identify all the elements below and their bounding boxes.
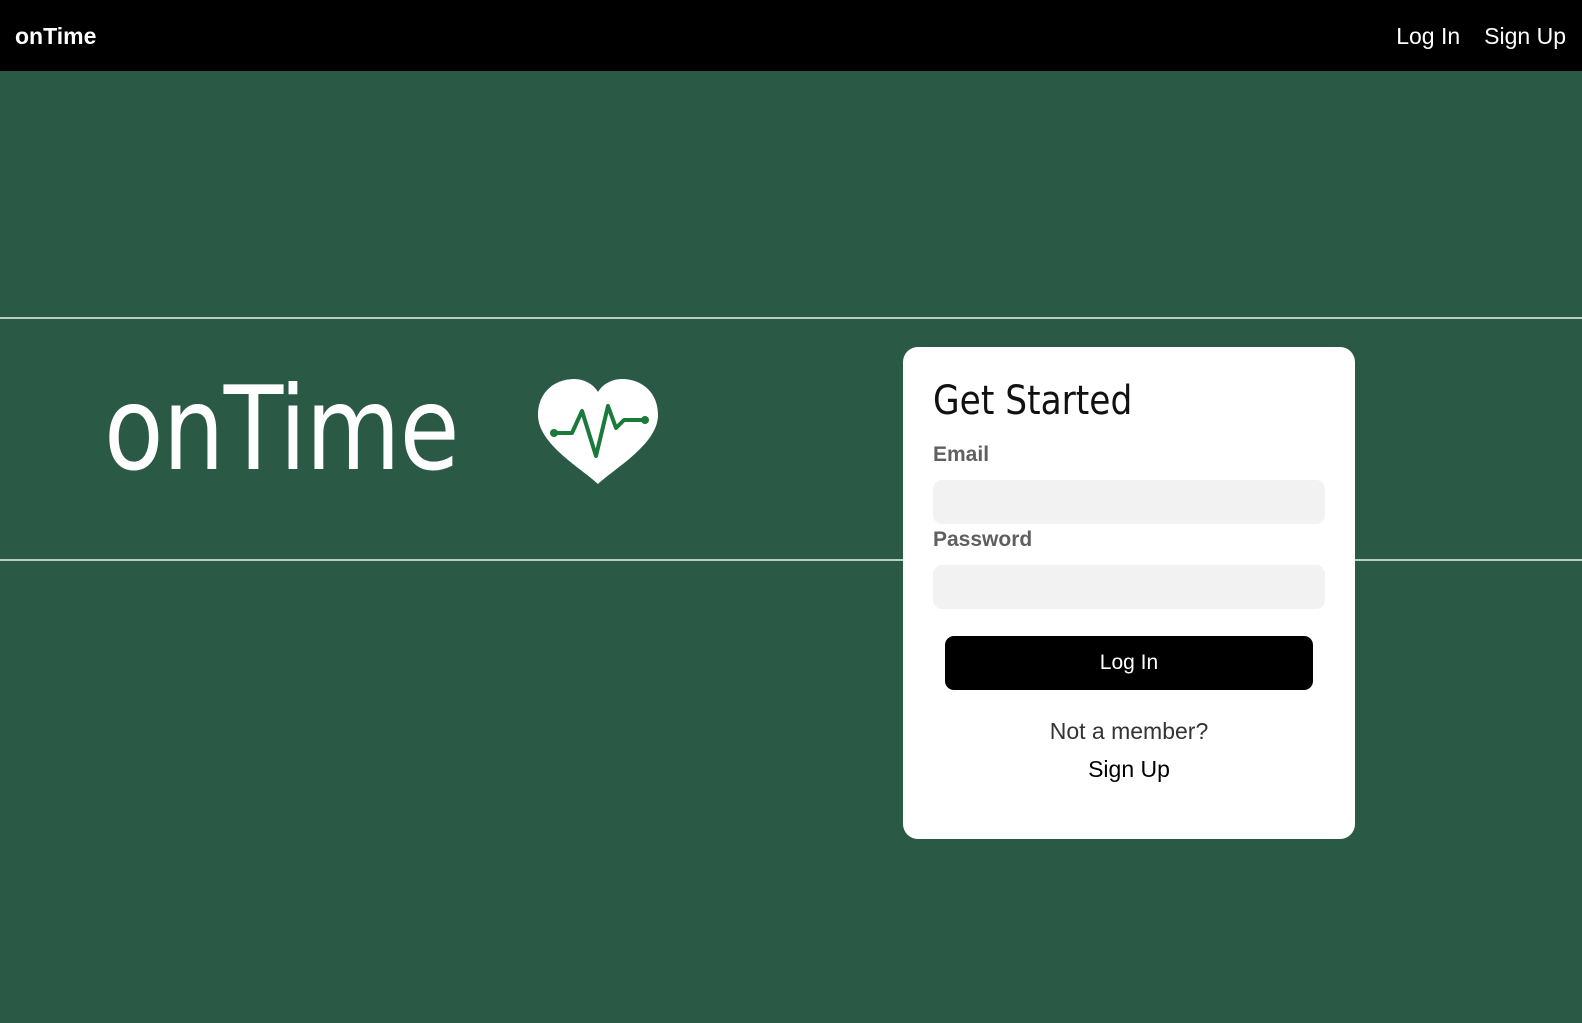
not-member-text: Not a member? (1049, 718, 1209, 744)
password-label: Password (933, 528, 1033, 551)
pulse-dot-right (641, 416, 649, 424)
hero-title: onTime (104, 362, 460, 497)
top-divider (0, 317, 1582, 319)
nav-signup-link[interactable]: Sign Up (1484, 21, 1566, 51)
pulse-dot-left (550, 429, 558, 437)
email-label: Email (933, 443, 990, 466)
login-card: Get Started Email Password Log In Not a … (903, 347, 1355, 839)
nav-login-link[interactable]: Log In (1396, 21, 1460, 51)
login-button[interactable]: Log In (945, 636, 1313, 690)
password-field[interactable] (933, 565, 1325, 609)
top-navbar: onTime Log In Sign Up (0, 0, 1582, 71)
heart-pulse-icon (538, 379, 658, 484)
email-field[interactable] (933, 480, 1325, 524)
nav-links: Log In Sign Up (1396, 21, 1566, 51)
brand-logo-link[interactable]: onTime (15, 22, 96, 50)
card-signup-link[interactable]: Sign Up (1079, 755, 1179, 783)
card-title: Get Started (933, 378, 1133, 424)
